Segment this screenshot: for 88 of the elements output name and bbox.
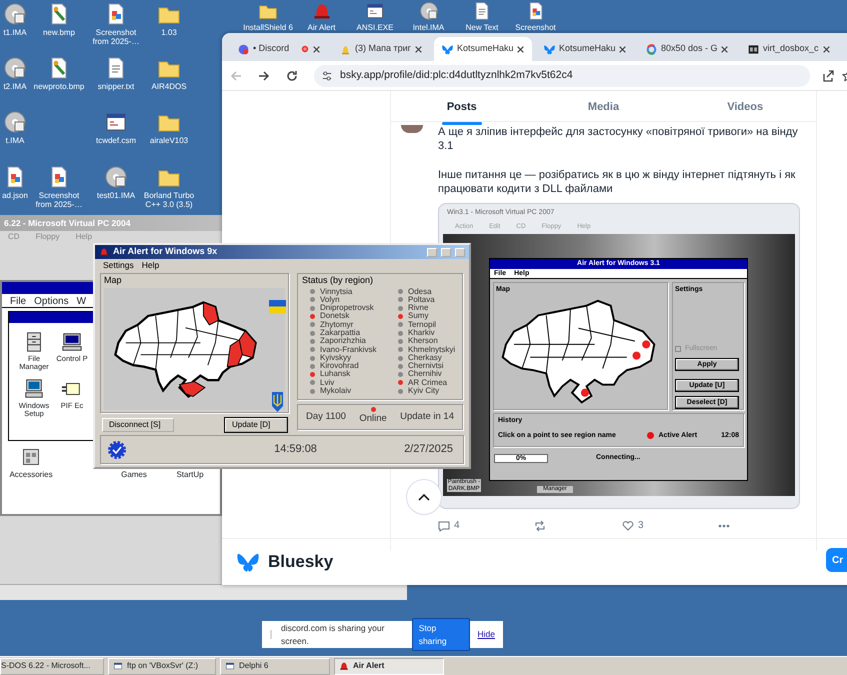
reply-count: 4 [454, 519, 460, 534]
icon-label: Games [121, 469, 147, 481]
post-text: Інше питання це — розібратись як в цю ж вінду інтернет підтянуть і як працювати кодити з DLL файлами [438, 168, 796, 196]
update-countdown: Update in 14 [400, 410, 454, 424]
icon-label: Air Alert [307, 23, 336, 32]
region-name: Rivne [408, 304, 428, 312]
icon-label: tcwdef.csm [96, 136, 136, 146]
post-text: А ще я зліпив інтерфейс для застосунку «повітряної тривоги» на вінду 3.1 [438, 125, 799, 154]
icon-label: Screenshot [515, 23, 556, 32]
region-name: Zhytomyr [320, 320, 354, 329]
address-bar[interactable]: bsky.app/profile/did:plc:d4dutltyznlhk2m7kv5t62c4 [314, 64, 810, 86]
icon-label: Screenshot from 2025-… [92, 28, 140, 46]
region-name: Poltava [408, 296, 435, 304]
icon-label: Screenshot from 2025-… [34, 191, 84, 210]
taskbar-button[interactable]: S-DOS 6.22 - Microsoft... [0, 658, 104, 674]
region-name: Zaporizhzhia [320, 337, 366, 346]
taskbar-button[interactable]: Delphi 6 [220, 658, 330, 674]
day-counter: Day 1100 [306, 410, 346, 424]
region-name: Kharkiv [408, 328, 435, 337]
region-name: Ternopil [408, 320, 436, 329]
icon-label: Intel.IMA [412, 23, 444, 32]
group-label: Status (by region) [302, 274, 374, 287]
region-name: Ivano-Frankivsk [320, 346, 376, 354]
region-name: Kherson [408, 337, 438, 346]
icon-label: InstallShield 6 [243, 23, 293, 32]
icon-label: ANSI.EXE [356, 23, 394, 32]
region-name: Cherkasy [408, 354, 442, 362]
region-name: Vinnytsia [320, 288, 352, 296]
menu-item[interactable]: W [76, 294, 86, 307]
taskbar-button[interactable]: Air Alert [334, 658, 444, 674]
app-button[interactable]: Disconnect [S] [102, 418, 174, 432]
region-name: Dnipropetrovsk [320, 304, 374, 312]
group-label: Map [104, 274, 123, 287]
region-name: Mykolaiv [320, 387, 352, 396]
region-name: Odesa [408, 288, 432, 296]
window-title: Air Alert for Windows 9x [113, 245, 218, 258]
region-name: Sumy [408, 312, 428, 321]
create-button[interactable]: Cr [826, 548, 847, 572]
icon-label: Accessories [9, 469, 53, 481]
browser-tab[interactable]: • Discord [230, 37, 328, 61]
region-name: Khmelnytskyi [408, 346, 456, 354]
profile-tab[interactable]: Media [532, 91, 674, 121]
icon-label: newproto.bmp [34, 82, 84, 92]
clock-time: 14:59:08 [273, 442, 318, 458]
browser-tab[interactable]: (3) Мапа триг [332, 37, 430, 61]
sharing-message: discord.com is sharing your screen. [281, 622, 386, 648]
icon-label: new.bmp [42, 28, 76, 38]
icon-label: airaleV103 [150, 136, 188, 146]
stop-sharing-button[interactable]: Stop sharing [412, 618, 470, 652]
menu-item[interactable]: Help [142, 259, 160, 271]
brand-name: Bluesky [268, 551, 334, 574]
hide-link[interactable]: Hide [478, 628, 495, 641]
region-name: Chernivtsi [408, 362, 444, 370]
menu-item[interactable]: Settings [103, 259, 134, 271]
date-text: 2/27/2025 [404, 442, 453, 458]
icon-label: test01.IMA [96, 191, 136, 200]
region-name: Luhansk [320, 370, 350, 379]
browser-tab[interactable]: KotsumeHaku [434, 37, 532, 61]
menu-item[interactable]: File [10, 294, 26, 307]
icon-label: t.IMA [6, 136, 24, 146]
app-button[interactable]: Update [D] [225, 418, 287, 432]
icon-label: AIR4DOS [151, 82, 187, 92]
window-title: 6.22 - Microsoft Virtual PC 2004 [4, 216, 130, 230]
icon-label: t1.IMA [3, 28, 27, 38]
region-name: Chernihiv [408, 370, 442, 379]
taskbar-button[interactable]: ftp on 'VBoxSvr' (Z:) [108, 658, 216, 674]
region-name: AR Crimea [408, 378, 448, 387]
menu-item[interactable]: Options [34, 294, 69, 307]
profile-tab[interactable]: Videos [674, 91, 816, 121]
browser-tab[interactable]: 80x50 dos - G [638, 37, 736, 61]
region-name: Kirovohrad [320, 362, 359, 370]
icon-label: ad.json [2, 191, 28, 200]
icon-label: t2.IMA [3, 82, 27, 92]
connection-status: Online [359, 412, 387, 426]
region-name: Donetsk [320, 312, 350, 321]
browser-tab[interactable]: KotsumeHaku [536, 37, 634, 61]
region-name: Kyiv City [408, 387, 440, 396]
icon-label: snipper.txt [98, 82, 134, 92]
region-name: Volyn [320, 296, 340, 304]
icon-label: Borland Turbo C++ 3.0 (3.5) [142, 191, 196, 210]
region-name: Lviv [320, 378, 334, 387]
region-name: Zakarpattia [320, 328, 360, 337]
region-name: Kyivskyy [320, 354, 352, 362]
icon-label: StartUp [176, 469, 204, 481]
browser-tab[interactable]: virt_dosbox_c [740, 37, 838, 61]
icon-label: 1.03 [161, 28, 177, 38]
like-count: 3 [638, 519, 644, 534]
icon-label: New Text [466, 23, 498, 32]
